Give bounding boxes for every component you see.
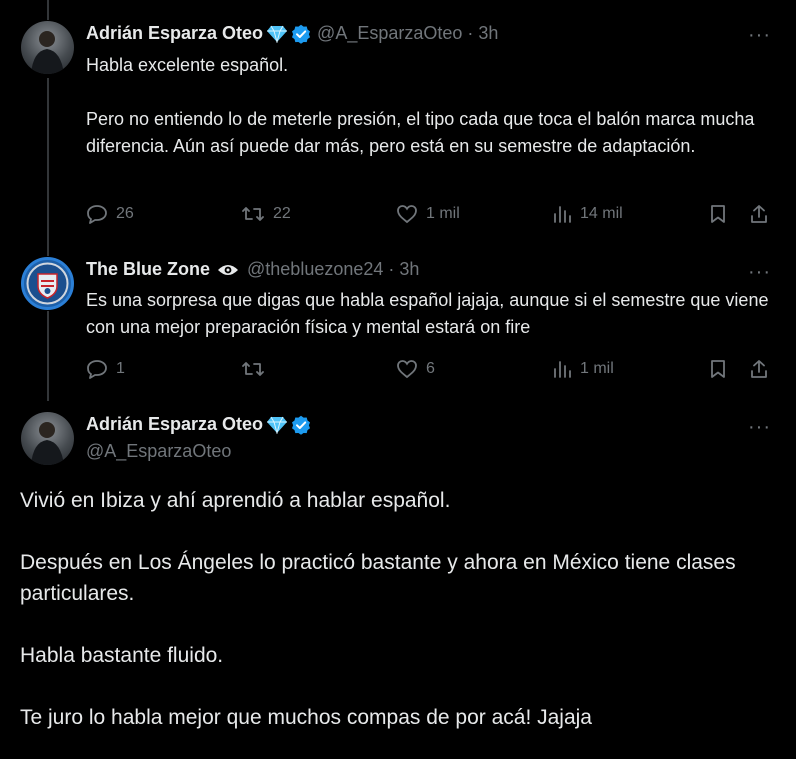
bookmark-button[interactable] [709, 359, 727, 379]
author-name-row: Adrián Esparza Oteo [86, 414, 311, 435]
separator-dot: · [388, 259, 395, 279]
tweet-header: The Blue Zone @thebluezone24 · 3h [86, 259, 419, 280]
action-bar: 26 22 1 mil 14 mil [0, 202, 796, 226]
bookmark-button[interactable] [709, 204, 727, 224]
author-handle[interactable]: @A_EsparzaOteo [317, 23, 462, 44]
share-icon [751, 205, 767, 223]
person-silhouette-icon [31, 31, 64, 74]
tweet-paragraph: Habla bastante fluido. [20, 644, 224, 667]
author-handle[interactable]: @A_EsparzaOteo [86, 441, 231, 462]
like-count: 6 [426, 360, 435, 377]
like-count: 1 mil [426, 205, 460, 222]
views-button[interactable]: 14 mil [552, 204, 623, 224]
tweet-paragraph: Habla excelente español. [86, 55, 289, 75]
bookmark-icon [711, 360, 725, 378]
share-icon [751, 360, 767, 378]
repost-icon [242, 207, 264, 221]
tweet-paragraph: Vivió en Ibiza y ahí aprendió a hablar e… [20, 489, 451, 512]
thread-line [47, 311, 49, 401]
tweet-paragraph: Pero no entiendo lo de meterle presión, … [86, 109, 755, 156]
more-options-button[interactable]: ··· [748, 25, 771, 45]
diamond-icon [266, 25, 288, 43]
action-bar: 1 6 1 mil [0, 357, 796, 381]
more-options-button[interactable]: ··· [748, 417, 771, 437]
tweet-header: Adrián Esparza Oteo @A_EsparzaOteo · 3h [86, 23, 498, 44]
heart-icon [397, 205, 417, 224]
repost-icon [242, 362, 264, 376]
like-button[interactable]: 1 mil [396, 204, 460, 224]
tweet-paragraph: Es una sorpresa que digas que habla espa… [86, 290, 769, 337]
tweet-text: Vivió en Ibiza y ahí aprendió a hablar e… [20, 485, 780, 733]
author-name[interactable]: Adrián Esparza Oteo [86, 23, 263, 44]
diamond-icon [266, 416, 288, 434]
verified-badge-icon [291, 415, 311, 435]
tweet-text: Es una sorpresa que digas que habla espa… [86, 287, 776, 341]
tweet-text: Habla excelente español. Pero no entiend… [86, 52, 776, 160]
thread-line [47, 0, 49, 20]
reply-button[interactable]: 26 [86, 204, 134, 224]
views-chart-icon [554, 361, 571, 378]
heart-icon [397, 360, 417, 379]
thread-line [47, 78, 49, 256]
avatar[interactable] [21, 21, 74, 74]
reply-icon [87, 360, 107, 379]
tweet-paragraph: Te juro lo habla mejor que muchos compas… [20, 706, 592, 729]
share-button[interactable] [749, 204, 769, 224]
tweet-paragraph: Después en Los Ángeles lo practicó basta… [20, 551, 736, 605]
club-crest-icon [26, 262, 69, 305]
author-name[interactable]: Adrián Esparza Oteo [86, 414, 263, 435]
bookmark-icon [711, 205, 725, 223]
share-button[interactable] [749, 359, 769, 379]
timestamp[interactable]: 3h [478, 23, 498, 44]
views-button[interactable]: 1 mil [552, 359, 614, 379]
reply-icon [87, 205, 107, 224]
repost-button[interactable] [241, 359, 273, 379]
reply-button[interactable]: 1 [86, 359, 125, 379]
repost-button[interactable]: 22 [241, 204, 291, 224]
reply-count: 1 [116, 360, 125, 377]
avatar[interactable] [21, 257, 74, 310]
person-silhouette-icon [31, 422, 64, 465]
verified-badge-icon [291, 24, 311, 44]
views-count: 14 mil [580, 205, 623, 222]
reply-count: 26 [116, 205, 134, 222]
handle-row: @A_EsparzaOteo [86, 441, 231, 462]
separator-dot: · [467, 23, 474, 43]
avatar[interactable] [21, 412, 74, 465]
author-name[interactable]: The Blue Zone [86, 259, 210, 280]
timestamp[interactable]: 3h [399, 259, 419, 280]
views-chart-icon [554, 206, 571, 223]
repost-count: 22 [273, 205, 291, 222]
views-count: 1 mil [580, 360, 614, 377]
like-button[interactable]: 6 [396, 359, 435, 379]
eye-icon [217, 263, 239, 277]
author-handle[interactable]: @thebluezone24 [247, 259, 383, 280]
more-options-button[interactable]: ··· [748, 262, 771, 282]
